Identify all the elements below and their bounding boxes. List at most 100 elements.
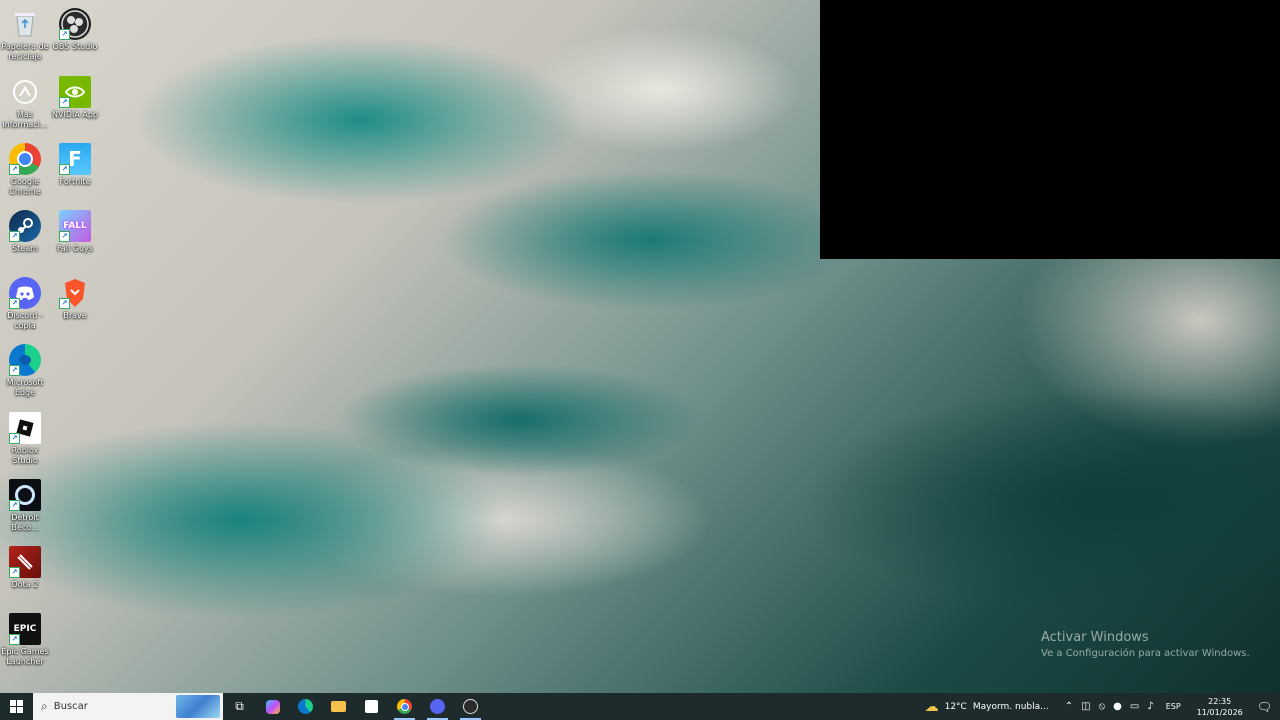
- desktop-icon-label: Epic Games Launcher: [1, 647, 49, 666]
- weather-temperature: 12°C: [944, 701, 967, 712]
- taskbar-search-box[interactable]: ⌕ Buscar: [33, 693, 223, 720]
- desktop-icon-label: OBS Studio: [52, 42, 98, 51]
- copilot-button[interactable]: [256, 693, 289, 720]
- search-placeholder: Buscar: [53, 701, 88, 712]
- shortcut-arrow-icon: ↗: [9, 164, 20, 175]
- notification-center-icon[interactable]: 🗨: [1257, 700, 1272, 714]
- fortnite-icon: F ↗: [59, 143, 91, 175]
- shortcut-arrow-icon: ↗: [9, 433, 20, 444]
- epic-games-icon: EPIC ↗: [9, 613, 41, 645]
- desktop-icon-dota2[interactable]: ↗ Dota 2: [0, 542, 50, 608]
- desktop-icon-label: Google Chrome: [9, 177, 41, 196]
- file-explorer-button[interactable]: [322, 693, 355, 720]
- desktop-icon-label: Papelera de reciclaje: [1, 42, 49, 61]
- windows-logo-icon: [10, 700, 23, 713]
- taskbar-chrome-button[interactable]: [388, 693, 421, 720]
- desktop-icon-brave[interactable]: ↗ Brave: [50, 273, 100, 339]
- info-icon: [9, 76, 41, 108]
- shortcut-arrow-icon: ↗: [59, 97, 70, 108]
- language-indicator[interactable]: ESP: [1166, 702, 1181, 711]
- notifications-off-icon[interactable]: ⦸: [1099, 701, 1106, 712]
- desktop-icon-label: Detroit Beco...: [11, 513, 39, 532]
- store-icon: [365, 700, 378, 713]
- desktop-icon-nvidia-app[interactable]: ↗ NVIDIA App: [50, 72, 100, 138]
- chrome-icon: ↗: [9, 143, 41, 175]
- obs-icon: [463, 699, 478, 714]
- search-highlight-image: [176, 695, 220, 718]
- meet-now-icon[interactable]: ◫: [1081, 701, 1090, 712]
- microsoft-store-button[interactable]: [355, 693, 388, 720]
- system-tray: ☁ 12°C Mayorm. nubla... ⌃ ◫ ⦸ ● ▭ ♪ ESP …: [925, 693, 1280, 720]
- detroit-icon: ↗: [9, 479, 41, 511]
- watermark-title: Activar Windows: [1041, 630, 1149, 645]
- dota2-icon: ↗: [9, 546, 41, 578]
- discord-icon: [430, 699, 445, 714]
- desktop-icon-label: Discord - copia: [7, 311, 43, 330]
- volume-icon[interactable]: ♪: [1147, 701, 1153, 712]
- shortcut-arrow-icon: ↗: [9, 500, 20, 511]
- taskbar-clock[interactable]: 22:35 11/01/2026: [1197, 696, 1243, 718]
- steam-icon: ↗: [9, 210, 41, 242]
- desktop-icon-label: Brave: [63, 311, 87, 320]
- weather-widget[interactable]: ☁ 12°C Mayorm. nubla...: [925, 699, 1049, 715]
- shortcut-arrow-icon: ↗: [9, 231, 20, 242]
- desktop-icon-mas-informacion[interactable]: Mas informaci...: [0, 72, 50, 138]
- chrome-icon: [397, 699, 412, 714]
- task-view-icon: ⧉: [235, 699, 244, 713]
- desktop-icon-label: Fall Guys: [57, 244, 93, 253]
- weather-cloud-icon: ☁: [924, 698, 939, 715]
- desktop-icon-obs-studio[interactable]: ↗ OBS Studio: [50, 4, 100, 70]
- start-button[interactable]: [0, 693, 33, 720]
- taskbar-discord-button[interactable]: [421, 693, 454, 720]
- desktop-icon-epic-games[interactable]: EPIC ↗ Epic Games Launcher: [0, 609, 50, 675]
- desktop-icon-discord[interactable]: ↗ Discord - copia: [0, 273, 50, 339]
- shortcut-arrow-icon: ↗: [59, 164, 70, 175]
- desktop-icon-google-chrome[interactable]: ↗ Google Chrome: [0, 139, 50, 205]
- desktop-icon-label: NVIDIA App: [52, 110, 98, 119]
- task-view-button[interactable]: ⧉: [223, 693, 256, 720]
- nvidia-icon: ↗: [59, 76, 91, 108]
- activate-windows-watermark: Activar Windows Ve a Configuración para …: [1041, 630, 1250, 659]
- discord-icon: ↗: [9, 277, 41, 309]
- shortcut-arrow-icon: ↗: [9, 365, 20, 376]
- desktop-icon-label: Microsoft Edge: [6, 378, 44, 397]
- desktop-icon-detroit[interactable]: ↗ Detroit Beco...: [0, 475, 50, 541]
- shortcut-arrow-icon: ↗: [9, 298, 20, 309]
- edge-icon: [298, 699, 313, 714]
- microphone-icon[interactable]: ●: [1113, 701, 1122, 712]
- desktop-icon-label: Roblox Studio: [11, 446, 39, 465]
- taskbar-obs-button[interactable]: [454, 693, 487, 720]
- show-hidden-icons-button[interactable]: ⌃: [1065, 701, 1073, 712]
- desktop-icon-steam[interactable]: ↗ Steam: [0, 206, 50, 272]
- desktop-icon-label: Mas informaci...: [2, 110, 48, 129]
- shortcut-arrow-icon: ↗: [59, 29, 70, 40]
- fall-guys-icon: FALL ↗: [59, 210, 91, 242]
- taskbar-edge-button[interactable]: [289, 693, 322, 720]
- black-overlay-panel: [820, 0, 1280, 259]
- folder-icon: [331, 701, 346, 712]
- shortcut-arrow-icon: ↗: [59, 298, 70, 309]
- taskbar: ⌕ Buscar ⧉ ☁ 12°C Mayorm. nubla... ⌃ ◫ ⦸…: [0, 693, 1280, 720]
- desktop-icon-fortnite[interactable]: F ↗ Fortnite: [50, 139, 100, 205]
- desktop-icon-roblox-studio[interactable]: ↗ Roblox Studio: [0, 408, 50, 474]
- desktop-icon-label: Dota 2: [11, 580, 39, 589]
- clock-date: 11/01/2026: [1196, 707, 1243, 717]
- shortcut-arrow-icon: ↗: [59, 231, 70, 242]
- brave-icon: ↗: [59, 277, 91, 309]
- copilot-icon: [265, 699, 280, 714]
- desktop-icon-label: Steam: [12, 244, 38, 253]
- roblox-studio-icon: ↗: [9, 412, 41, 444]
- network-icon[interactable]: ▭: [1130, 701, 1139, 712]
- desktop-icon-fall-guys[interactable]: FALL ↗ Fall Guys: [50, 206, 100, 272]
- shortcut-arrow-icon: ↗: [9, 634, 20, 645]
- shortcut-arrow-icon: ↗: [9, 567, 20, 578]
- desktop-icon-microsoft-edge[interactable]: ↗ Microsoft Edge: [0, 340, 50, 406]
- desktop-icon-label: Fortnite: [59, 177, 91, 186]
- clock-time: 22:35: [1208, 696, 1232, 706]
- obs-icon: ↗: [59, 8, 91, 40]
- weather-description: Mayorm. nubla...: [972, 701, 1049, 712]
- desktop-icon-recycle-bin[interactable]: Papelera de reciclaje: [0, 4, 50, 70]
- edge-icon: ↗: [9, 344, 41, 376]
- search-icon: ⌕: [41, 699, 48, 713]
- recycle-bin-icon: [9, 8, 41, 40]
